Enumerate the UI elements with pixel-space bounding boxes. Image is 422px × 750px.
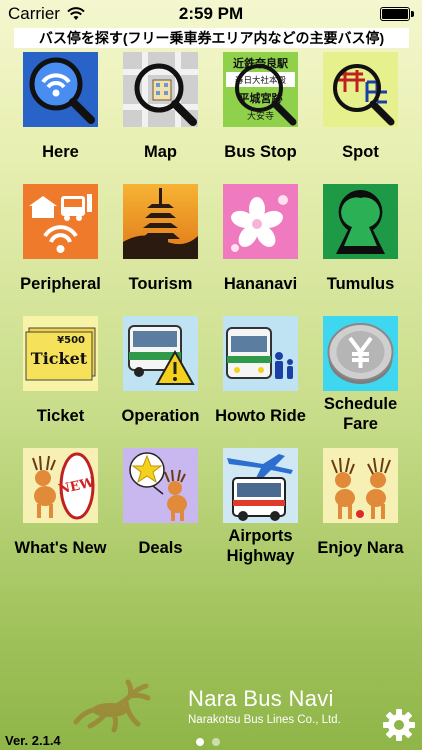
carrier-label: Carrier: [8, 4, 60, 23]
svg-text:Ticket: Ticket: [31, 349, 88, 368]
tile-schedule-fare[interactable]: Schedule Fare: [308, 316, 413, 446]
wifi-signal-icon: [67, 7, 85, 20]
pagoda-icon: [123, 184, 198, 259]
company-name: Narakotsu Bus Lines Co., Ltd.: [188, 714, 341, 726]
map-magnifier-icon: [123, 52, 198, 127]
star-deer-icon: [123, 448, 198, 523]
tile-operation[interactable]: Operation: [108, 316, 213, 446]
page-dot[interactable]: [212, 738, 220, 746]
tile-hananavi[interactable]: Hananavi: [208, 184, 313, 314]
spot-map-symbols-icon: [323, 52, 398, 127]
yen-coin-icon: [323, 316, 398, 391]
peripheral-icon: [23, 184, 98, 259]
tile-tourism[interactable]: Tourism: [108, 184, 213, 314]
tile-map[interactable]: Map: [108, 52, 213, 182]
bus-warning-icon: [123, 316, 198, 391]
keyhole-tumulus-icon: [323, 184, 398, 259]
tile-label: Enjoy Nara: [317, 539, 404, 557]
deer-new-icon: NEW: [23, 448, 98, 523]
bus-passengers-icon: [223, 316, 298, 391]
airport-bus-icon: [223, 448, 298, 523]
tile-enjoy-nara[interactable]: Enjoy Nara: [308, 448, 413, 578]
version-label: Ver. 2.1.4: [5, 733, 61, 748]
status-bar: Carrier 2:59 PM: [0, 0, 422, 28]
tile-deals[interactable]: Deals: [108, 448, 213, 578]
tile-here[interactable]: Here: [8, 52, 113, 182]
gear-icon[interactable]: [382, 708, 416, 742]
tile-ticket[interactable]: ¥500 Ticket Ticket: [8, 316, 113, 446]
tile-airports-highway[interactable]: Airports Highway: [208, 448, 313, 578]
wifi-magnifier-icon: [23, 52, 98, 127]
sakura-flower-icon: [223, 184, 298, 259]
tile-tumulus[interactable]: Tumulus: [308, 184, 413, 314]
deer-pair-icon: [323, 448, 398, 523]
ticket-icon: ¥500 Ticket: [23, 316, 98, 391]
tile-howto-ride[interactable]: Howto Ride: [208, 316, 313, 446]
svg-text:¥500: ¥500: [57, 335, 85, 346]
tile-spot[interactable]: Spot: [308, 52, 413, 182]
bus-stop-search-banner[interactable]: バス停を探す(フリー乗車券エリア内などの主要バス停): [14, 28, 409, 48]
tile-bus-stop[interactable]: 近鉄奈良駅 春日大社本殿 平城宮跡 大安寺 Bus Stop: [208, 52, 313, 182]
tile-peripheral[interactable]: Peripheral: [8, 184, 113, 314]
tile-label: Schedule Fare: [323, 395, 398, 433]
bus-stop-sign-icon: 近鉄奈良駅 春日大社本殿 平城宮跡 大安寺: [223, 52, 298, 127]
tile-whats-new[interactable]: NEW What's New: [8, 448, 113, 578]
status-left: Carrier: [8, 4, 85, 24]
tile-label: Spot: [342, 143, 379, 161]
page-dot-active[interactable]: [196, 738, 204, 746]
tile-label: Tumulus: [326, 275, 395, 293]
app-name: Nara Bus Navi: [188, 686, 334, 711]
page-indicator[interactable]: [196, 738, 220, 746]
battery-icon: [380, 7, 414, 21]
deer-logo-icon: [73, 679, 151, 733]
